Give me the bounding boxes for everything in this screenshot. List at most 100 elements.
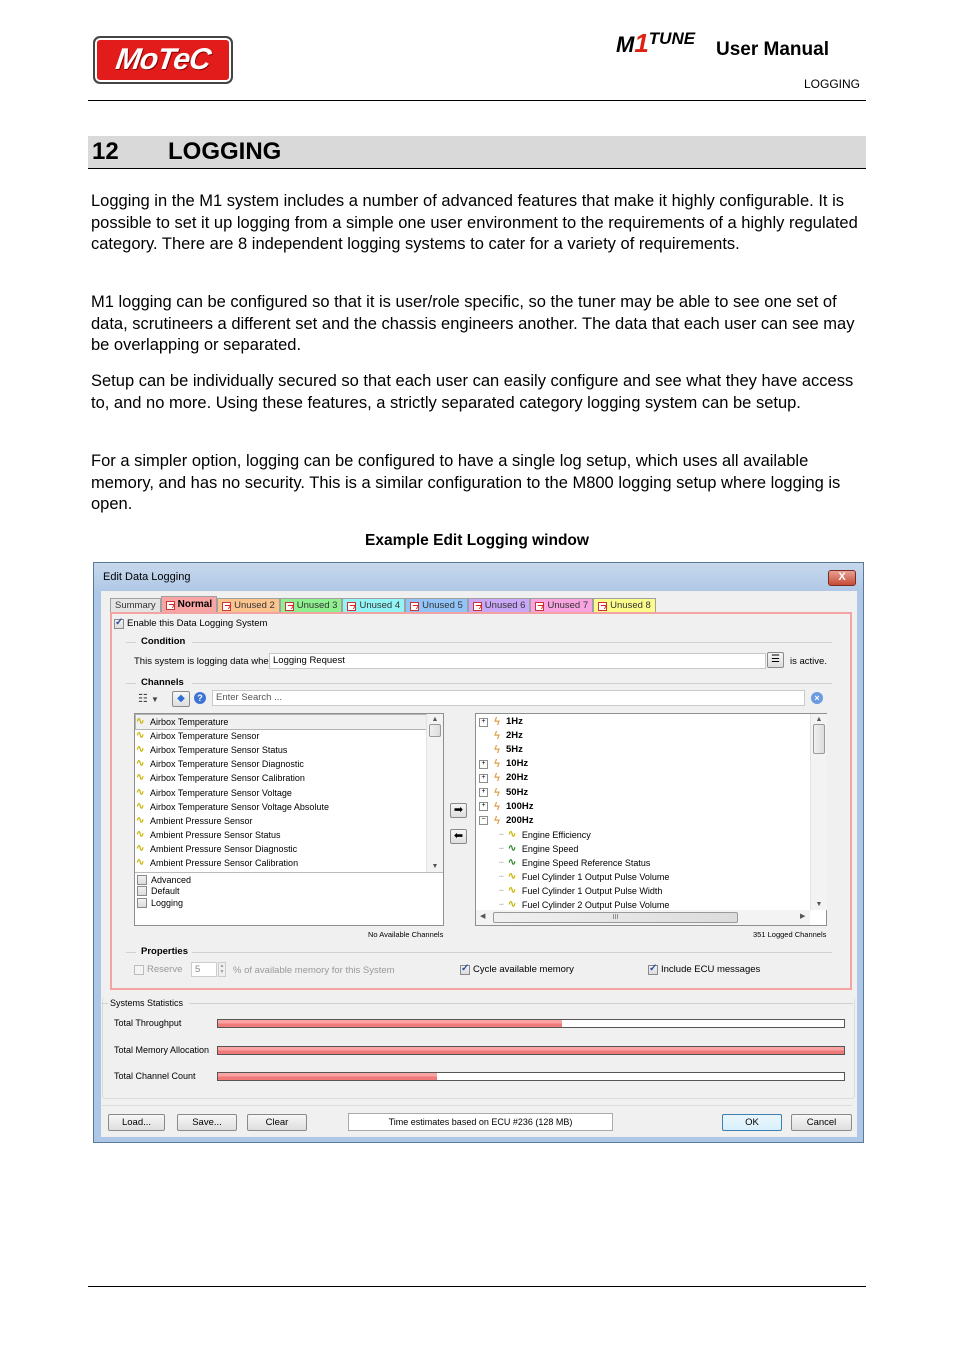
section-title: LOGGING [168, 138, 282, 165]
tree-rate-node[interactable]: − ϟ 200Hz [479, 814, 809, 828]
tree-rate-node[interactable]: ϟ 5Hz [479, 743, 809, 757]
tree-channel-node[interactable]: ┄ ∿ Fuel Cylinder 1 Output Pulse Width [479, 884, 809, 898]
include-ecu-messages-checkbox[interactable]: Include ECU messages [648, 963, 760, 975]
collapse-icon[interactable]: − [479, 816, 488, 826]
enable-logging-checkbox[interactable]: Enable this Data Logging System [114, 617, 267, 629]
list-item[interactable]: ∿ Airbox Temperature Sensor Status [136, 743, 426, 757]
scroll-thumb[interactable] [429, 724, 441, 737]
checkbox-icon [137, 886, 147, 897]
tab-unused-5[interactable]: Unused 5 [405, 598, 468, 613]
list-item[interactable]: ∿ Airbox Temperature Sensor Voltage [136, 785, 426, 799]
reserve-checkbox[interactable]: Reserve [134, 964, 182, 975]
logged-vscrollbar[interactable]: ▲ ▼ [810, 714, 827, 910]
scroll-thumb[interactable]: III [493, 912, 738, 923]
tab-strip: Summary Normal Unused 2 Unused 3 Unused 4 Unu… [110, 596, 656, 613]
channel-search-input[interactable]: Enter Search ... [212, 690, 805, 706]
save-button[interactable]: Save... [177, 1114, 237, 1131]
cycle-memory-checkbox[interactable]: Cycle available memory [460, 963, 574, 975]
tree-rate-node[interactable]: + ϟ 100Hz [479, 800, 809, 814]
tree-rate-node[interactable]: + ϟ 10Hz [479, 757, 809, 771]
tab-unused-4[interactable]: Unused 4 [342, 598, 406, 613]
cancel-button[interactable]: Cancel [791, 1114, 852, 1131]
group-line [102, 1003, 108, 1004]
tab-summary[interactable]: Summary [110, 598, 161, 613]
list-item[interactable]: ∿ Airbox Temperature Sensor Voltage Absol… [136, 800, 426, 814]
list-item[interactable]: ∿ Airbox Temperature Sensor Calibration [136, 771, 426, 785]
tab-unused-3[interactable]: Unused 3 [279, 598, 343, 613]
stat-progress-bar [217, 1045, 845, 1055]
scroll-thumb[interactable] [813, 724, 825, 754]
close-button[interactable]: X [828, 570, 856, 586]
list-item[interactable]: ∿ Ambient Pressure Sensor Calibration [136, 856, 426, 870]
tab-normal[interactable]: Normal [160, 596, 218, 613]
view-options-button[interactable]: ☷ ▼ [138, 692, 159, 705]
stat-progress-bar [217, 1019, 845, 1028]
tree-channel-node[interactable]: ┄ ∿ Fuel Cylinder 1 Output Pulse Volume [479, 870, 809, 884]
filter-checkbox-default[interactable]: Default [137, 886, 191, 898]
tree-rate-node[interactable]: + ϟ 20Hz [479, 771, 809, 785]
tab-unused-8[interactable]: Unused 8 [593, 598, 656, 613]
available-channels-list[interactable]: ∿ Airbox Temperature ∿ Airbox Temperature S… [135, 713, 427, 870]
available-channels-panel: ∿ Airbox Temperature ∿ Airbox Temperature S… [134, 713, 444, 926]
scroll-up-icon[interactable]: ▲ [811, 716, 827, 723]
tree-rate-node[interactable]: ϟ 2Hz [479, 729, 809, 743]
expand-icon[interactable]: + [479, 802, 488, 812]
graph-icon [410, 601, 420, 611]
load-button[interactable]: Load... [108, 1114, 165, 1131]
filter-checkbox-logging[interactable]: Logging [137, 897, 191, 909]
tree-channel-node[interactable]: ┄ ∿ Engine Efficiency [479, 828, 809, 842]
help-icon[interactable]: ? [194, 692, 206, 704]
tab-unused-2[interactable]: Unused 2 [217, 598, 280, 613]
checkbox-icon [134, 964, 144, 975]
edit-data-logging-window: Edit Data Logging X Summary Normal Unused … [93, 562, 864, 1143]
tab-unused-6[interactable]: Unused 6 [467, 598, 531, 613]
logged-hscrollbar[interactable]: ◀ III ▶ [476, 910, 810, 925]
list-item[interactable]: ∿ Ambient Pressure Sensor Diagnostic [136, 842, 426, 856]
list-item[interactable]: ∿ Airbox Temperature Sensor Diagnostic [136, 757, 426, 771]
scroll-up-icon[interactable]: ▲ [427, 716, 443, 723]
arrow-left-icon: ⬅ [453, 830, 464, 842]
tab-unused-7[interactable]: Unused 7 [530, 598, 594, 613]
remove-channel-button[interactable]: ⬅ [450, 829, 467, 844]
tree-rate-node[interactable]: + ϟ 1Hz [479, 715, 809, 729]
expand-icon[interactable]: + [479, 773, 488, 783]
stat-label: Total Throughput [114, 1018, 182, 1028]
list-item[interactable]: ∿ Ambient Pressure Sensor [136, 814, 426, 828]
scroll-left-icon[interactable]: ◀ [480, 912, 485, 920]
list-item[interactable]: ∿ Airbox Temperature Sensor [136, 729, 426, 743]
expand-icon[interactable]: + [479, 717, 488, 727]
filter-toggle-button[interactable]: ◆ [172, 691, 190, 707]
available-vscrollbar[interactable]: ▲ ▼ [426, 714, 443, 872]
stat-progress-bar [217, 1072, 845, 1081]
tree-channel-node[interactable]: ┄ ∿ Engine Speed Reference Status [479, 856, 809, 870]
category-filters: Advanced Default Logging [137, 874, 191, 909]
add-channel-button[interactable]: ➡ [450, 803, 467, 818]
reserve-percent-input[interactable]: 5 [191, 962, 217, 977]
properties-group-label: Properties [141, 946, 188, 957]
graph-icon [347, 601, 357, 611]
paragraph: Logging in the M1 system includes a numb… [91, 192, 858, 253]
channel-wave-icon: ∿ [136, 730, 145, 742]
ok-button[interactable]: OK [722, 1114, 782, 1131]
group-line [192, 952, 832, 953]
filter-checkbox-advanced[interactable]: Advanced [137, 874, 191, 886]
channel-wave-icon: ∿ [136, 842, 145, 854]
logged-channels-tree[interactable]: + ϟ 1Hz ϟ 2Hz ϟ 5Hz + ϟ 10Hz + ϟ 20Hz + ϟ 50Hz + ϟ 100Hz − ϟ… [479, 715, 809, 912]
condition-picker-button[interactable]: ☰ [767, 652, 784, 668]
checkbox-icon [648, 963, 658, 975]
scroll-right-icon[interactable]: ▶ [800, 912, 805, 920]
clear-search-icon[interactable]: × [811, 692, 823, 704]
list-item[interactable]: ∿ Airbox Temperature [135, 713, 427, 731]
list-item[interactable]: ∿ Ambient Pressure Sensor Status [136, 828, 426, 842]
tree-rate-node[interactable]: + ϟ 50Hz [479, 785, 809, 799]
figure-caption: Example Edit Logging window [365, 532, 589, 549]
condition-field[interactable]: Logging Request [269, 653, 766, 669]
reserve-spinner[interactable]: ▲ ▼ [218, 962, 226, 977]
scroll-down-icon[interactable]: ▼ [427, 863, 443, 870]
tree-channel-node[interactable]: ┄ ∿ Engine Speed [479, 842, 809, 856]
clear-button[interactable]: Clear [247, 1114, 307, 1131]
scroll-down-icon[interactable]: ▼ [811, 901, 827, 908]
expand-icon[interactable]: + [479, 788, 488, 798]
group-line [192, 683, 832, 684]
expand-icon[interactable]: + [479, 759, 488, 769]
